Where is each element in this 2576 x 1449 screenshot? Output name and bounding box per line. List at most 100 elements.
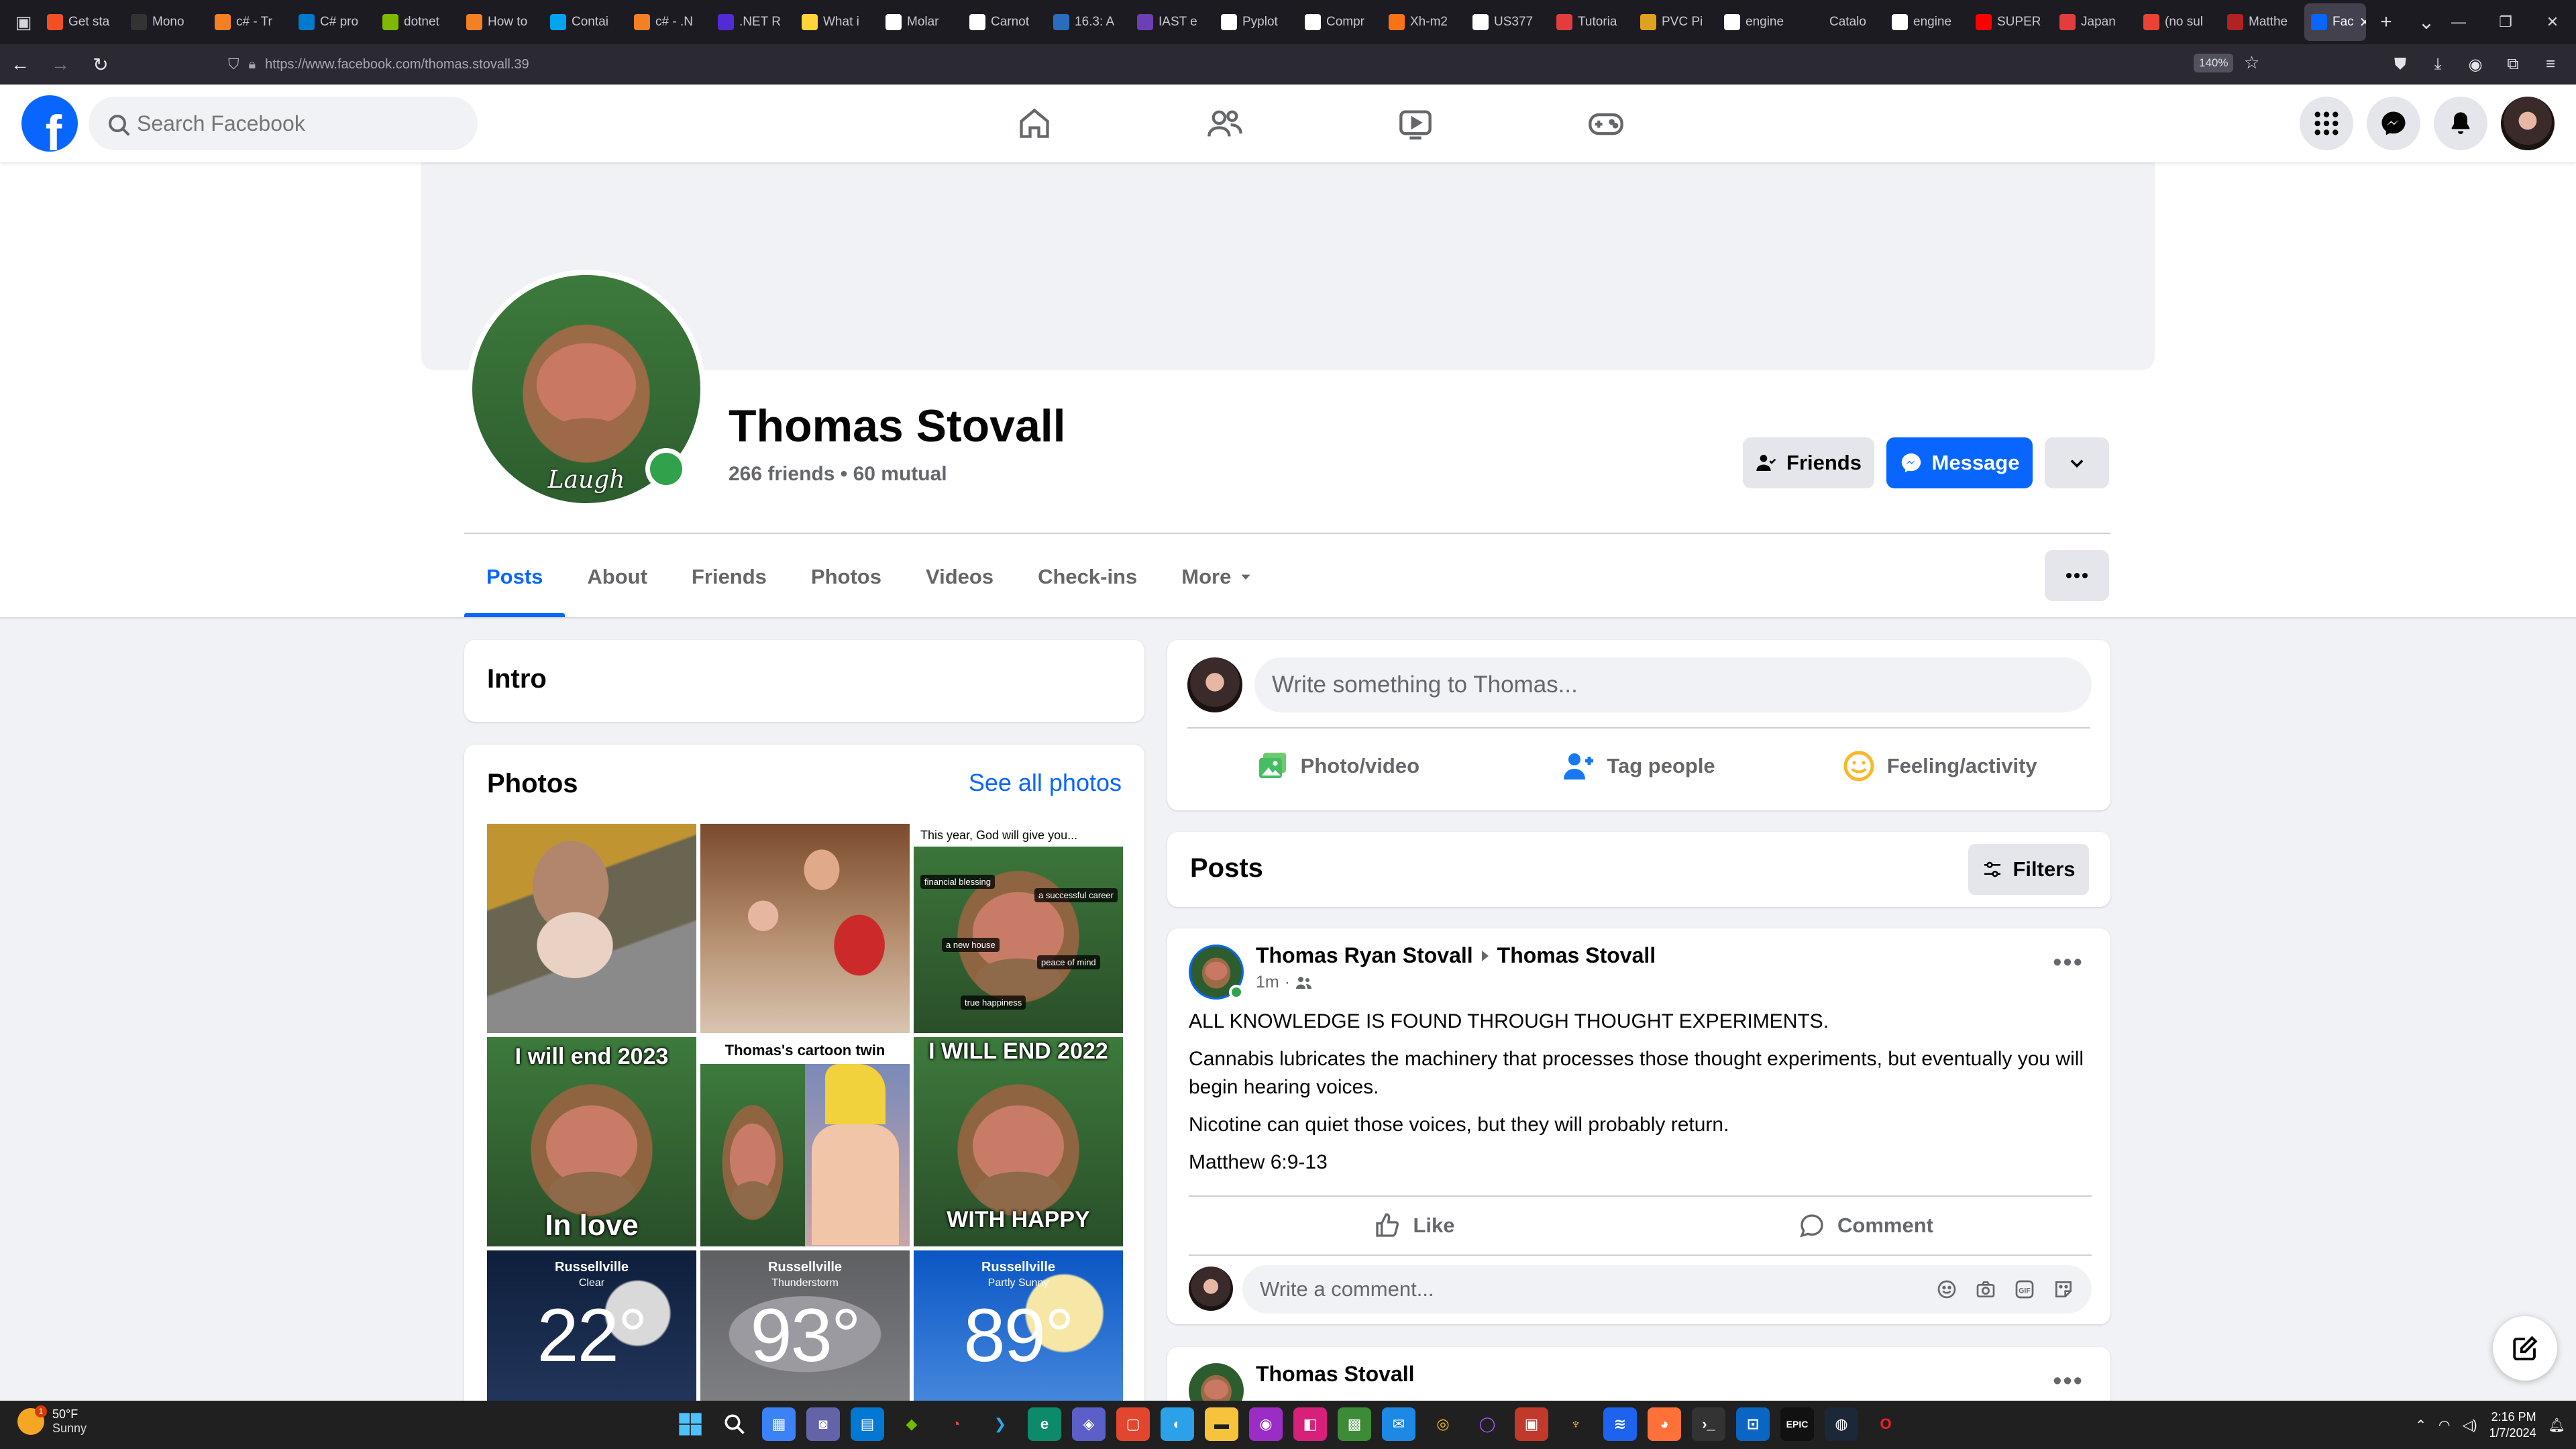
profile-avatar[interactable] bbox=[2501, 97, 2555, 150]
app-menu-icon[interactable]: ≡ bbox=[2532, 44, 2569, 85]
profile-options-button[interactable] bbox=[2045, 550, 2109, 601]
address-bar[interactable]: ⛉ 🔒︎ https://www.facebook.com/thomas.sto… bbox=[228, 50, 2267, 79]
chrome-icon[interactable]: ◎ bbox=[1426, 1407, 1460, 1441]
filters-button[interactable]: Filters bbox=[1968, 844, 2089, 895]
comment-input[interactable]: Write a comment... GIF bbox=[1242, 1265, 2092, 1313]
epic-games-icon[interactable]: EPIC bbox=[1780, 1407, 1814, 1441]
audience-friends-icon[interactable] bbox=[1295, 975, 1313, 990]
messenger-button[interactable] bbox=[2367, 97, 2420, 150]
comment-button[interactable]: Comment bbox=[1640, 1198, 2092, 1253]
photo-tile[interactable] bbox=[487, 824, 696, 1033]
post-options-dots-icon[interactable]: ••• bbox=[2053, 949, 2084, 977]
commenter-avatar[interactable] bbox=[1189, 1267, 1233, 1311]
back-icon[interactable]: ← bbox=[0, 44, 40, 85]
browser-tab[interactable]: US377 bbox=[1466, 3, 1550, 41]
see-all-photos-link[interactable]: See all photos bbox=[969, 769, 1122, 797]
browser-tab[interactable]: Contai bbox=[543, 3, 627, 41]
browser-tab[interactable]: Pyplot bbox=[1214, 3, 1298, 41]
vscode-icon[interactable]: ❯ bbox=[983, 1407, 1017, 1441]
minimize-icon[interactable]: — bbox=[2435, 0, 2482, 44]
browser-tab[interactable]: What i bbox=[795, 3, 879, 41]
browser-tab[interactable]: dotnet bbox=[376, 3, 460, 41]
post-options-dots-icon[interactable]: ••• bbox=[2053, 1367, 2084, 1396]
tab-overview-icon[interactable]: ▣ bbox=[7, 5, 40, 39]
speedometer-icon[interactable]: ◔ bbox=[939, 1407, 973, 1441]
close-window-icon[interactable]: ✕ bbox=[2529, 0, 2576, 44]
camera-icon[interactable] bbox=[1974, 1277, 1998, 1301]
app-icon[interactable]: ◈ bbox=[1072, 1407, 1106, 1441]
opera-icon[interactable]: O bbox=[1869, 1407, 1902, 1441]
account-icon[interactable]: ◉ bbox=[2457, 44, 2494, 85]
sticker-icon[interactable] bbox=[2051, 1277, 2076, 1301]
taskbar-search-icon[interactable] bbox=[718, 1407, 751, 1441]
browser-tab[interactable]: (no sul bbox=[2137, 3, 2220, 41]
windows-start-icon[interactable] bbox=[674, 1407, 707, 1441]
menu-button[interactable] bbox=[2300, 97, 2353, 150]
feeling-activity-button[interactable]: Feeling/activity bbox=[1789, 734, 2090, 798]
close-tab-icon[interactable]: ✕ bbox=[2359, 14, 2366, 31]
tab-more[interactable]: More bbox=[1159, 537, 1275, 617]
tab-check-ins[interactable]: Check-ins bbox=[1016, 537, 1159, 617]
taskbar-weather-widget[interactable]: 1 50°F Sunny bbox=[17, 1405, 87, 1436]
browser-tab[interactable]: Tutoria bbox=[1550, 3, 1633, 41]
browser-tab[interactable]: Xh-m2 bbox=[1382, 3, 1466, 41]
app-icon[interactable]: ▣ bbox=[1515, 1407, 1548, 1441]
composer-input[interactable]: Write something to Thomas... bbox=[1254, 657, 2092, 712]
tray-chevron-up-icon[interactable]: ⌃ bbox=[2415, 1417, 2426, 1434]
app-icon[interactable]: ◯ bbox=[1470, 1407, 1504, 1441]
tab-about[interactable]: About bbox=[565, 537, 669, 617]
tab-photos[interactable]: Photos bbox=[789, 537, 904, 617]
downloads-icon[interactable]: ⤓ bbox=[2419, 44, 2457, 85]
app-icon[interactable]: ♆ bbox=[1559, 1407, 1593, 1441]
store-icon[interactable]: ▤ bbox=[851, 1407, 884, 1441]
browser-tab[interactable]: c# - Tr bbox=[208, 3, 292, 41]
steam-icon[interactable]: ◍ bbox=[1825, 1407, 1858, 1441]
extensions-icon[interactable]: ⧉ bbox=[2494, 44, 2532, 85]
teams-chat-icon[interactable]: ◙ bbox=[806, 1407, 840, 1441]
file-explorer-icon[interactable]: ▬ bbox=[1205, 1407, 1238, 1441]
wifi-icon[interactable]: ◠ bbox=[2438, 1417, 2450, 1434]
new-tab-icon[interactable]: + bbox=[2366, 11, 2406, 34]
emoji-icon[interactable] bbox=[1935, 1277, 1959, 1301]
docker-icon[interactable]: ≋ bbox=[1603, 1407, 1637, 1441]
firefox-icon[interactable]: ◕ bbox=[1648, 1407, 1681, 1441]
profile-more-button[interactable] bbox=[2045, 437, 2109, 488]
composer-avatar[interactable] bbox=[1187, 657, 1242, 712]
search-input[interactable] bbox=[137, 111, 432, 136]
tab-posts[interactable]: Posts bbox=[464, 537, 566, 617]
mail-icon[interactable]: ✉ bbox=[1382, 1407, 1415, 1441]
nav-friends[interactable] bbox=[1130, 85, 1320, 162]
browser-tab[interactable]: Molar bbox=[879, 3, 963, 41]
url-text[interactable]: https://www.facebook.com/thomas.stovall.… bbox=[265, 57, 529, 72]
nav-home[interactable] bbox=[939, 85, 1130, 162]
browser-tab[interactable]: Compr bbox=[1298, 3, 1382, 41]
volume-icon[interactable]: ◁) bbox=[2462, 1417, 2477, 1434]
search-box[interactable] bbox=[89, 97, 478, 150]
tab-friends[interactable]: Friends bbox=[669, 537, 789, 617]
tracking-shield-icon[interactable]: ⛉ bbox=[228, 56, 239, 73]
widgets-icon[interactable]: ▦ bbox=[762, 1407, 796, 1441]
browser-tab-active[interactable]: Fac ✕ bbox=[2304, 3, 2366, 41]
photo-tile[interactable]: Thomas's cartoon twin bbox=[700, 1037, 910, 1246]
photo-tile[interactable]: I WILL END 2022 WITH HAPPY bbox=[914, 1037, 1123, 1246]
photo-tile[interactable]: This year, God will give you... financia… bbox=[914, 824, 1123, 1033]
friends-button[interactable]: Friends bbox=[1743, 437, 1874, 488]
browser-tab[interactable]: Japan bbox=[2053, 3, 2137, 41]
browser-tab[interactable]: PVC Pi bbox=[1633, 3, 1717, 41]
terminal-icon[interactable]: ›_ bbox=[1692, 1407, 1725, 1441]
remote-desktop-icon[interactable]: ⊡ bbox=[1736, 1407, 1770, 1441]
post-time[interactable]: 1m bbox=[1256, 973, 1279, 992]
nav-watch[interactable] bbox=[1320, 85, 1511, 162]
tag-people-button[interactable]: Tag people bbox=[1489, 734, 1790, 798]
app-icon[interactable]: ◧ bbox=[1293, 1407, 1327, 1441]
restore-icon[interactable]: ❐ bbox=[2482, 0, 2529, 44]
browser-tab[interactable]: IAST e bbox=[1130, 3, 1214, 41]
like-button[interactable]: Like bbox=[1189, 1198, 1640, 1253]
post-author-name[interactable]: Thomas Ryan Stovall bbox=[1256, 943, 1473, 968]
post-target-name[interactable]: Thomas Stovall bbox=[1497, 943, 1656, 968]
browser-tab[interactable]: Get sta bbox=[40, 3, 124, 41]
nav-gaming[interactable] bbox=[1511, 85, 1701, 162]
lock-icon[interactable]: 🔒︎ bbox=[249, 57, 256, 72]
edge-icon[interactable]: e bbox=[1028, 1407, 1061, 1441]
reload-icon[interactable]: ↻ bbox=[80, 44, 121, 85]
